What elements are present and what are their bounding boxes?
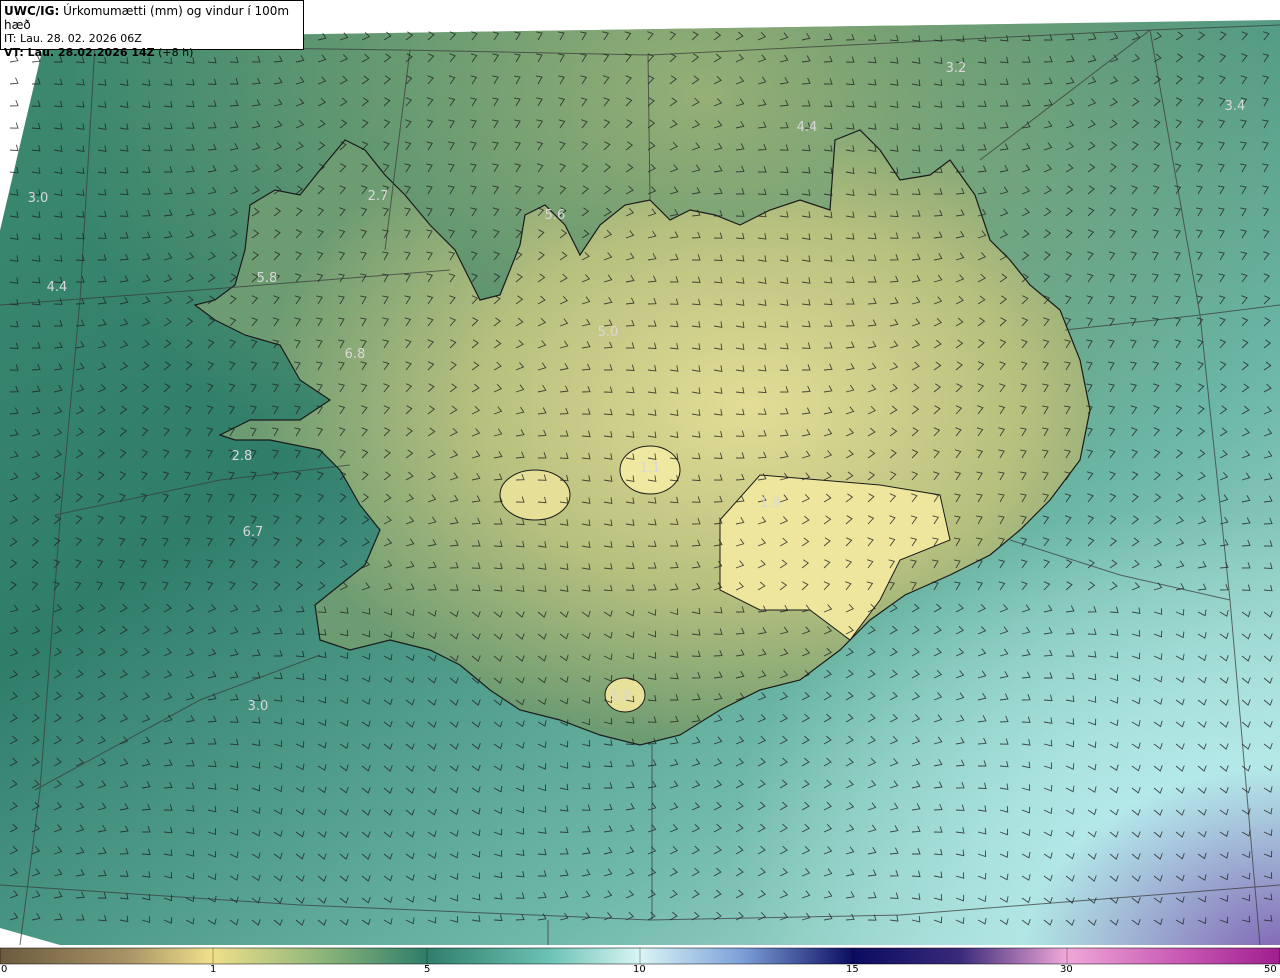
colorbar-tick: 1 bbox=[210, 964, 217, 975]
colorbar-tick: 5 bbox=[424, 964, 431, 975]
valid-time: VT: Lau. 28.02.2026 14Z bbox=[4, 46, 155, 59]
precip-label: 1.1 bbox=[640, 461, 661, 476]
product-name: UWC/IG: bbox=[4, 4, 60, 18]
title-line: UWC/IG: Úrkomumætti (mm) og vindur í 100… bbox=[4, 4, 300, 32]
precip-label: 1.9 bbox=[760, 496, 781, 511]
precip-label: 3.0 bbox=[28, 191, 49, 206]
precip-label: 3.2 bbox=[946, 61, 967, 76]
colorbar-tick: 0 bbox=[1, 964, 8, 975]
precip-label: 5.0 bbox=[598, 325, 619, 340]
precip-label: 3.0 bbox=[610, 689, 631, 704]
precip-label: 6.8 bbox=[345, 347, 366, 362]
precip-label: 3.0 bbox=[248, 699, 269, 714]
precip-label: 4.4 bbox=[47, 280, 68, 295]
precip-label: 6.7 bbox=[243, 525, 264, 540]
precip-label: 2.8 bbox=[232, 449, 253, 464]
colorbar-tick-labels: 0 1 5 10 15 30 50 bbox=[0, 964, 1280, 978]
precip-label: 2.7 bbox=[368, 189, 389, 204]
colorbar-tick: 50 bbox=[1264, 964, 1277, 975]
valid-time-line: VT: Lau. 28.02.2026 14Z (+8 h) bbox=[4, 46, 300, 60]
precip-label: 4.4 bbox=[797, 120, 818, 135]
colorbar-tick: 30 bbox=[1060, 964, 1073, 975]
precip-label: 3.4 bbox=[1225, 99, 1246, 114]
precip-label: 5.6 bbox=[545, 208, 566, 223]
colorbar bbox=[0, 947, 1280, 965]
precipitation-wind-map: 3.2 3.4 4.4 3.0 2.7 5.6 4.4 5.8 6.8 5.0 … bbox=[0, 0, 1280, 965]
precip-label: 5.8 bbox=[257, 271, 278, 286]
colorbar-tick: 10 bbox=[633, 964, 646, 975]
colorbar-tick: 15 bbox=[846, 964, 859, 975]
forecast-offset: (+8 h) bbox=[154, 46, 194, 59]
map-title-box: UWC/IG: Úrkomumætti (mm) og vindur í 100… bbox=[0, 0, 304, 59]
issue-time: IT: Lau. 28. 02. 2026 06Z bbox=[4, 32, 142, 45]
